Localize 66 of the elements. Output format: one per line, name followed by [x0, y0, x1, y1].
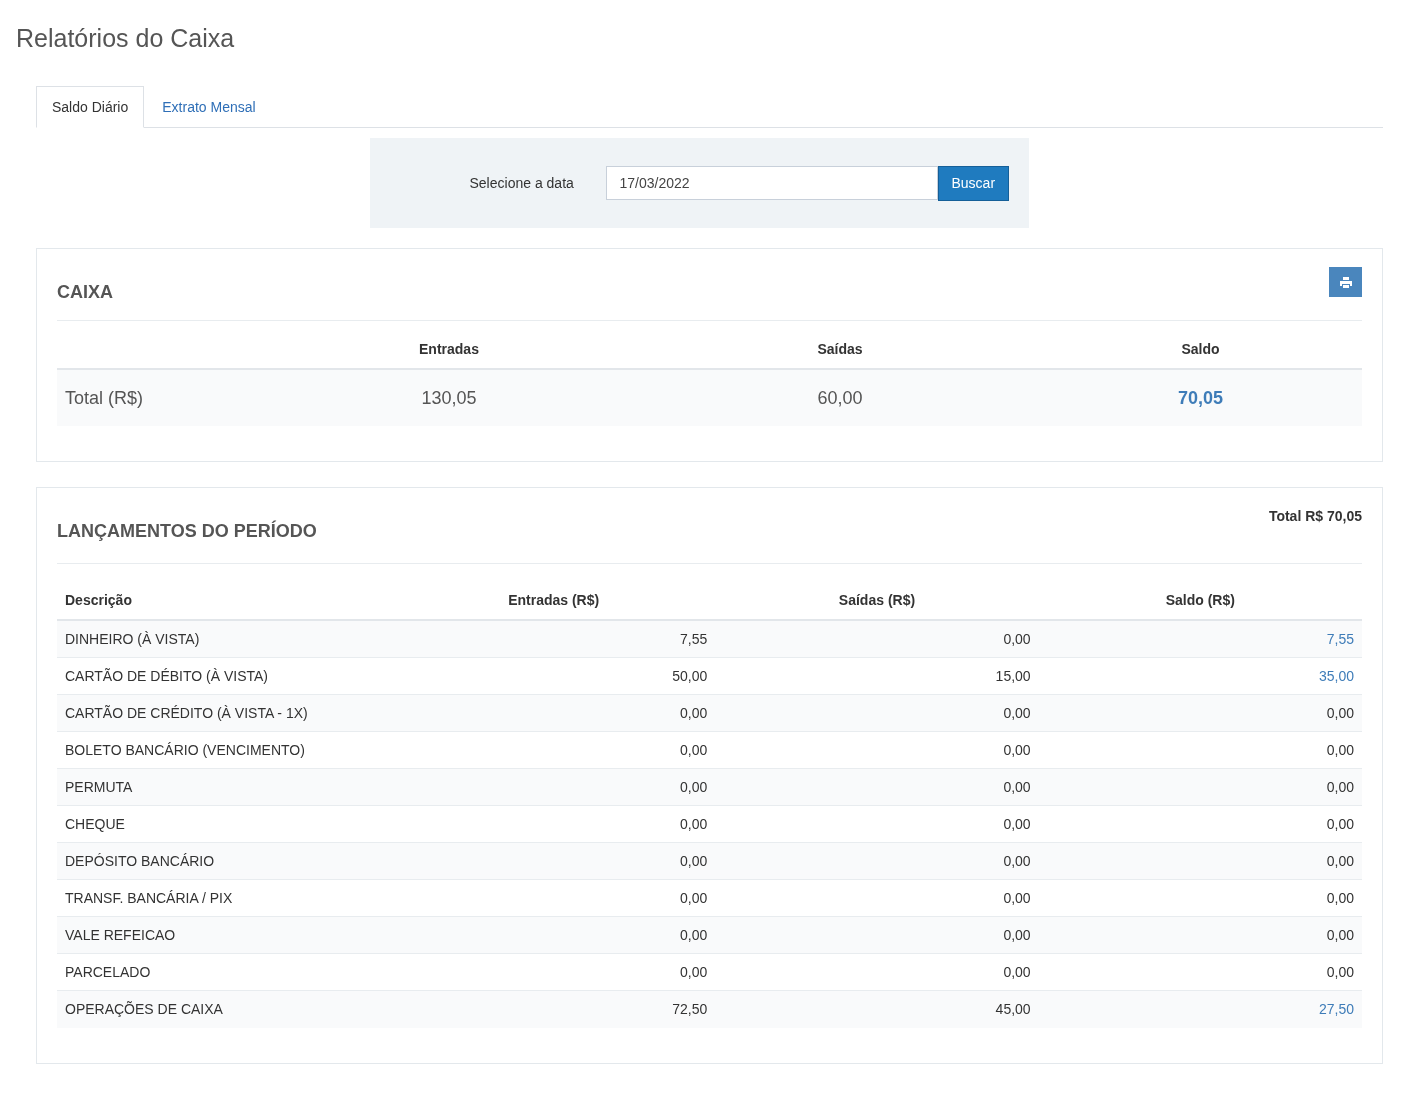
- tab[interactable]: Saldo Diário: [36, 86, 145, 128]
- page-title: Relatórios do Caixa: [16, 23, 236, 54]
- search-button[interactable]: Buscar: [937, 165, 1010, 201]
- column-header: Saídas: [817, 340, 863, 359]
- table-cell-text: 0,00: [1003, 925, 1032, 945]
- table-cell-text: 15,00: [995, 666, 1032, 686]
- table-cell-text: 27,50: [1318, 1000, 1355, 1019]
- table-cell-text: 0,00: [1003, 703, 1032, 723]
- table-cell-text: 0,00: [1003, 740, 1032, 760]
- total-label: Total (R$): [64, 386, 145, 410]
- total-entradas: 130,05: [421, 386, 477, 410]
- date-input[interactable]: 17/03/2022: [605, 165, 938, 200]
- column-header: Saídas (R$): [838, 591, 916, 610]
- table-cell-text: DINHEIRO (À VISTA): [64, 629, 201, 649]
- table-cell-text: PARCELADO: [64, 962, 152, 982]
- table-cell-text: 0,00: [1326, 925, 1355, 945]
- table-cell-text: 50,00: [672, 666, 709, 686]
- table-cell-text: 7,55: [1326, 629, 1355, 649]
- table-cell-text: 7,55: [680, 629, 709, 649]
- tab[interactable]: Extrato Mensal: [144, 86, 274, 128]
- table-cell-text: CHEQUE: [64, 814, 126, 834]
- table-cell-text: 0,00: [1326, 777, 1355, 797]
- table-cell-text: 0,00: [1326, 814, 1355, 834]
- table-cell-text: 0,00: [1003, 777, 1032, 797]
- table-cell-text: 72,50: [672, 1000, 709, 1019]
- table-cell-text: 0,00: [1326, 740, 1355, 760]
- table-cell-text: PERMUTA: [64, 777, 134, 797]
- table-cell-text: CARTÃO DE CRÉDITO (À VISTA - 1X): [64, 703, 309, 723]
- table-cell-text: 0,00: [680, 888, 709, 908]
- column-header: Saldo (R$): [1165, 591, 1235, 610]
- section-title: CAIXA: [57, 281, 113, 304]
- column-header: Descrição: [64, 591, 133, 610]
- column-header: Entradas (R$): [508, 591, 600, 610]
- column-header: Entradas: [419, 340, 479, 359]
- printer-icon: [1339, 276, 1352, 288]
- table-cell-text: BOLETO BANCÁRIO (VENCIMENTO): [64, 740, 306, 760]
- table-cell-text: 0,00: [680, 777, 709, 797]
- section-title: LANÇAMENTOS DO PERÍODO: [57, 519, 317, 543]
- table-cell-text: 0,00: [1326, 962, 1355, 982]
- table-cell-text: 45,00: [995, 1000, 1032, 1019]
- table-cell-text: 0,00: [1003, 962, 1032, 982]
- table-cell-text: 0,00: [680, 925, 709, 945]
- table-cell-text: 0,00: [680, 814, 709, 834]
- column-header: Saldo: [1181, 340, 1220, 359]
- period-total: Total R$ 70,05: [1268, 507, 1362, 526]
- table-cell-text: OPERAÇÕES DE CAIXA: [64, 1000, 224, 1019]
- total-saidas: 60,00: [817, 386, 863, 410]
- table-cell-text: 0,00: [1003, 888, 1032, 908]
- table-cell-text: DEPÓSITO BANCÁRIO: [64, 851, 216, 871]
- total-saldo: 70,05: [1177, 386, 1223, 410]
- table-cell-text: 0,00: [1326, 888, 1355, 908]
- table-cell-text: 0,00: [1326, 703, 1355, 723]
- table-cell-text: 0,00: [680, 703, 709, 723]
- table-cell-text: 0,00: [1326, 851, 1355, 871]
- table-cell-text: 0,00: [680, 962, 709, 982]
- date-label: Selecione a data: [469, 173, 575, 193]
- table-cell-text: VALE REFEICAO: [64, 925, 177, 945]
- table-cell-text: TRANSF. BANCÁRIA / PIX: [64, 888, 234, 908]
- table-cell-text: 0,00: [1003, 851, 1032, 871]
- table-cell-text: 35,00: [1318, 666, 1355, 686]
- table-cell-text: 0,00: [1003, 814, 1032, 834]
- table-cell-text: 0,00: [680, 851, 709, 871]
- table-cell-text: CARTÃO DE DÉBITO (À VISTA): [64, 666, 270, 686]
- table-cell-text: 0,00: [1003, 629, 1032, 649]
- print-button[interactable]: [1329, 267, 1362, 297]
- table-cell-text: 0,00: [680, 740, 709, 760]
